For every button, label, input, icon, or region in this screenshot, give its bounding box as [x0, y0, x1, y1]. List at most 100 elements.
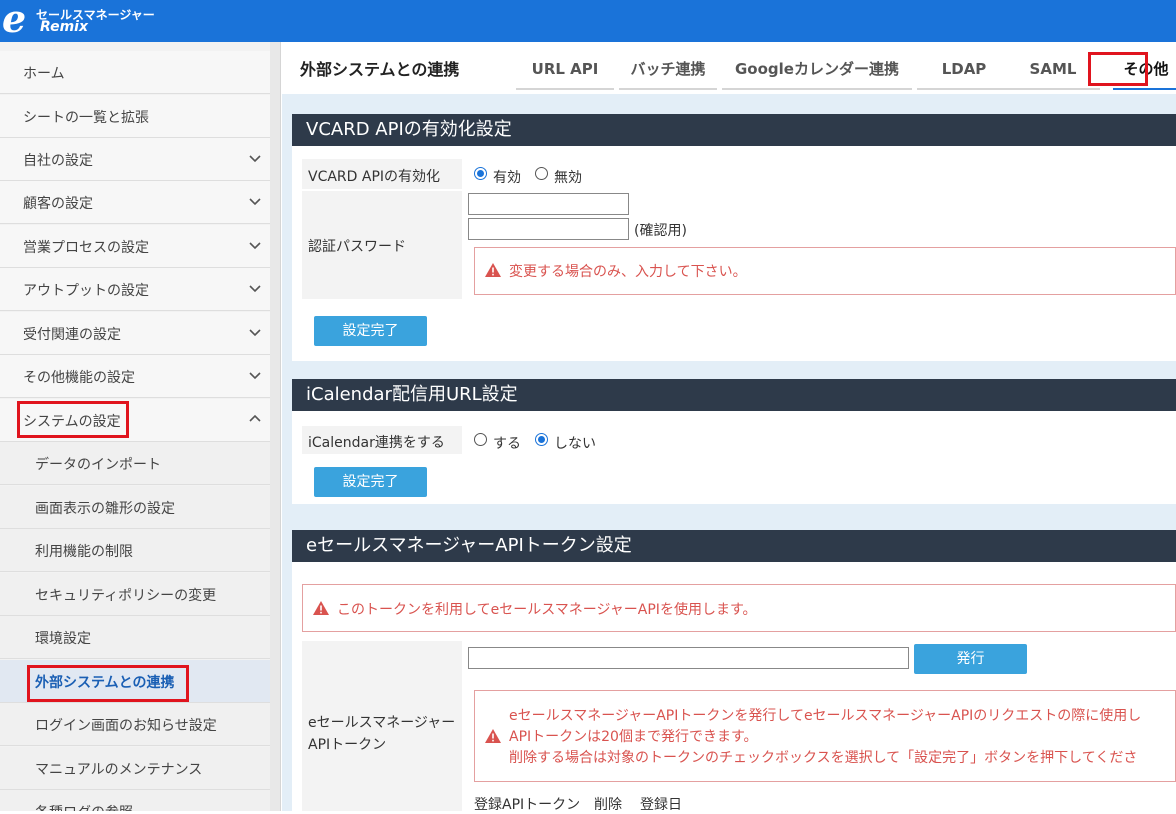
tab-label: Googleカレンダー連携: [735, 60, 899, 78]
sidebar: ホーム シートの一覧と拡張 自社の設定 顧客の設定 営業プロセスの設定 アウトプ…: [0, 42, 281, 811]
page-title: 外部システムとの連携: [300, 60, 460, 79]
ical-submit-button[interactable]: 設定完了: [314, 467, 427, 497]
token-input[interactable]: [468, 647, 909, 669]
sidebar-item-label: アウトプットの設定: [23, 283, 149, 299]
col-header-token: 登録APIトークン: [474, 797, 581, 813]
token-label-line2: APIトークン: [308, 737, 387, 753]
sidebar-subitem-manual-maintenance[interactable]: マニュアルのメンテナンス: [0, 747, 270, 790]
sidebar-scrollbar[interactable]: [270, 42, 280, 811]
vcard-password-label: 認証パスワード: [308, 239, 406, 255]
chevron-down-icon: [249, 285, 261, 293]
sidebar-subitem-login-notice[interactable]: ログイン画面のお知らせ設定: [0, 703, 270, 746]
col-header-date: 登録日: [640, 797, 682, 813]
sidebar-subitem-screen-template[interactable]: 画面表示の雛形の設定: [0, 486, 270, 529]
password-field[interactable]: [468, 193, 629, 215]
sidebar-item-label: 営業プロセスの設定: [23, 240, 149, 256]
token-info-alert: eセールスマネージャーAPIトークンを発行してeセールスマネージャーAPIのリク…: [474, 690, 1176, 782]
ical-label: iCalendar連携をする: [308, 435, 445, 451]
tab-saml[interactable]: SAML: [1006, 56, 1100, 90]
highlight-box: [17, 401, 129, 438]
sidebar-item-label: その他機能の設定: [23, 370, 135, 386]
chevron-up-icon: [249, 414, 261, 422]
sidebar-item-label: 顧客の設定: [23, 196, 93, 212]
sidebar-item-sales-process[interactable]: 営業プロセスの設定: [0, 225, 270, 268]
warning-icon: [485, 729, 501, 743]
chevron-down-icon: [249, 242, 261, 250]
sidebar-subitem-environment[interactable]: 環境設定: [0, 616, 270, 659]
warning-icon: [485, 263, 501, 277]
sidebar-subitem-feature-restriction[interactable]: 利用機能の制限: [0, 529, 270, 572]
sidebar-subitem-logs[interactable]: 各種ログの参照: [0, 790, 270, 811]
chevron-down-icon: [249, 155, 261, 163]
col-header-delete: 削除: [594, 797, 622, 813]
ical-radio-yes[interactable]: [474, 433, 487, 446]
sidebar-item-company-settings[interactable]: 自社の設定: [0, 138, 270, 181]
sidebar-item-home[interactable]: ホーム: [0, 51, 270, 94]
confirm-note: (確認用): [634, 223, 687, 239]
notice-text: このトークンを利用してeセールスマネージャーAPIを使用します。: [337, 602, 757, 618]
logo-e: e: [2, 0, 27, 41]
tab-url-api[interactable]: URL API: [516, 56, 614, 90]
info-line-1: eセールスマネージャーAPIトークンを発行してeセールスマネージャーAPIのリク…: [509, 708, 1142, 724]
row-label-cell: VCARD APIの有効化: [302, 159, 462, 189]
tab-label: LDAP: [941, 60, 987, 78]
issue-token-button[interactable]: 発行: [914, 644, 1027, 674]
warning-text: 変更する場合のみ、入力して下さい。: [509, 264, 747, 280]
sidebar-item-label: セキュリティポリシーの変更: [35, 588, 217, 604]
sidebar-item-output-settings[interactable]: アウトプットの設定: [0, 268, 270, 311]
row-label-cell: iCalendar連携をする: [302, 426, 462, 454]
vcard-submit-button[interactable]: 設定完了: [314, 316, 427, 346]
api-token-card: eセールスマネージャーAPIトークン設定 このトークンを利用してeセールスマネー…: [292, 530, 1176, 813]
highlight-box: [1088, 52, 1148, 86]
vcard-warning-alert: 変更する場合のみ、入力して下さい。: [474, 247, 1176, 295]
tab-batch[interactable]: バッチ連携: [619, 56, 717, 90]
top-bar: e セールスマネージャー Remix: [0, 0, 1176, 42]
row-label-cell: eセールスマネージャー APIトークン: [302, 641, 462, 811]
vcard-card: VCARD APIの有効化設定 VCARD APIの有効化 有効 無効 認証パス…: [292, 114, 1176, 361]
ical-radio-no[interactable]: [535, 433, 548, 446]
tab-label: SAML: [1029, 60, 1077, 78]
sidebar-item-customer-settings[interactable]: 顧客の設定: [0, 181, 270, 224]
sidebar-item-reception-settings[interactable]: 受付関連の設定: [0, 312, 270, 355]
tab-google-calendar[interactable]: Googleカレンダー連携: [722, 56, 912, 90]
chevron-down-icon: [249, 372, 261, 380]
sidebar-item-label: 利用機能の制限: [35, 544, 133, 560]
sidebar-item-label: 受付関連の設定: [23, 327, 121, 343]
card-heading: eセールスマネージャーAPIトークン設定: [292, 530, 1176, 562]
sidebar-item-sheets[interactable]: シートの一覧と拡張: [0, 95, 270, 138]
token-label-line1: eセールスマネージャー: [308, 715, 456, 731]
sidebar-item-label: 画面表示の雛形の設定: [35, 501, 175, 517]
sidebar-item-label: ログイン画面のお知らせ設定: [35, 718, 217, 734]
tab-label: バッチ連携: [630, 60, 706, 78]
tab-ldap[interactable]: LDAP: [917, 56, 1011, 90]
token-notice-alert: このトークンを利用してeセールスマネージャーAPIを使用します。: [302, 584, 1176, 632]
sidebar-subitem-data-import[interactable]: データのインポート: [0, 442, 270, 485]
logo-remix: Remix: [40, 19, 88, 35]
vcard-radio-enabled[interactable]: [474, 167, 487, 180]
warning-icon: [313, 601, 329, 615]
radio-label: 有効: [493, 170, 521, 186]
sidebar-item-label: 自社の設定: [23, 153, 93, 169]
vcard-radio-disabled[interactable]: [535, 167, 548, 180]
row-label-cell: 認証パスワード: [302, 191, 462, 299]
highlight-box: [27, 665, 189, 702]
chevron-down-icon: [249, 198, 261, 206]
info-line-3: 削除する場合は対象のトークンのチェックボックスを選択して「設定完了」ボタンを押下…: [509, 750, 1138, 766]
sidebar-item-label: マニュアルのメンテナンス: [35, 762, 203, 778]
vcard-enable-label: VCARD APIの有効化: [308, 169, 441, 185]
radio-label: しない: [554, 436, 596, 452]
card-heading: iCalendar配信用URL設定: [292, 379, 1176, 411]
radio-label: する: [493, 436, 521, 452]
main-content: 外部システムとの連携 URL API バッチ連携 Googleカレンダー連携 L…: [282, 42, 1176, 813]
sidebar-item-label: 環境設定: [35, 631, 91, 647]
icalendar-card: iCalendar配信用URL設定 iCalendar連携をする する しない …: [292, 379, 1176, 504]
password-confirm-field[interactable]: [468, 218, 629, 240]
sidebar-item-label: データのインポート: [35, 457, 161, 473]
sidebar-item-label: シートの一覧と拡張: [23, 110, 149, 126]
chevron-down-icon: [249, 329, 261, 337]
info-line-2: APIトークンは20個まで発行できます。: [509, 729, 758, 745]
app-logo[interactable]: e セールスマネージャー Remix: [2, 0, 192, 41]
sidebar-item-label: ホーム: [23, 66, 65, 82]
sidebar-item-other-functions[interactable]: その他機能の設定: [0, 355, 270, 398]
sidebar-subitem-security-policy[interactable]: セキュリティポリシーの変更: [0, 573, 270, 616]
